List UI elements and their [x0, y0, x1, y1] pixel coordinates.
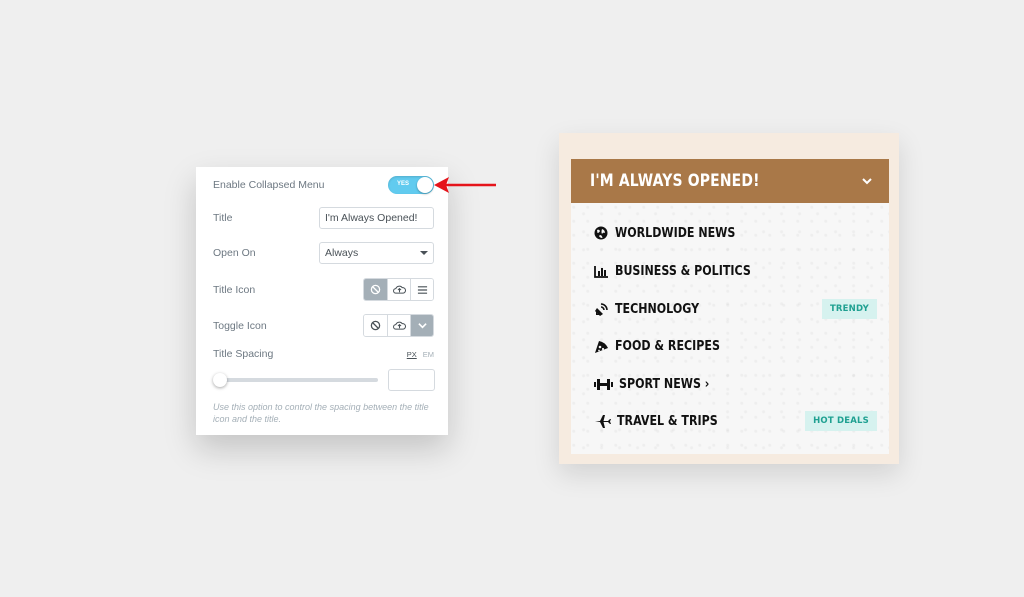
- menu-item-worldwide-news[interactable]: WORLDWIDE NEWS: [593, 222, 877, 244]
- open-on-select[interactable]: Always: [319, 242, 434, 264]
- settings-panel: Enable Collapsed Menu YES Title I'm Alwa…: [196, 167, 448, 435]
- toggle-icon-upload-button[interactable]: [387, 315, 410, 336]
- dumbbell-icon: [593, 376, 613, 392]
- enable-collapsed-row: Enable Collapsed Menu YES: [213, 176, 434, 194]
- chevron-down-icon: [420, 251, 428, 255]
- menu-header[interactable]: I'M ALWAYS OPENED!: [571, 159, 889, 203]
- toggle-icon-row: Toggle Icon: [213, 314, 434, 337]
- unit-px-option[interactable]: PX: [407, 350, 417, 359]
- menu-item-technology[interactable]: TECHNOLOGY TRENDY: [593, 298, 877, 320]
- menu-item-label: SPORT NEWS ›: [619, 376, 710, 392]
- toggle-icon-choices: [363, 314, 434, 337]
- menu-item-food-recipes[interactable]: FOOD & RECIPES: [593, 335, 877, 357]
- menu-body: WORLDWIDE NEWS BUSINESS & POLITICS TECHN…: [571, 203, 889, 454]
- title-icon-label: Title Icon: [213, 283, 256, 296]
- bar-chart-icon: [593, 263, 609, 279]
- badge-hot-deals: HOT DEALS: [805, 411, 877, 431]
- badge-trendy: TRENDY: [821, 299, 877, 319]
- title-spacing-slider[interactable]: [213, 372, 378, 388]
- toggle-knob: [417, 177, 433, 193]
- list-icon: [417, 285, 427, 294]
- menu-item-label: TRAVEL & TRIPS: [617, 413, 718, 429]
- menu-item-label: FOOD & RECIPES: [615, 338, 720, 354]
- title-icon-list-button[interactable]: [410, 279, 433, 300]
- unit-switcher: PX EM: [407, 350, 434, 359]
- toggle-icon-none-button[interactable]: [364, 315, 387, 336]
- toggle-icon-label: Toggle Icon: [213, 319, 267, 332]
- title-icon-upload-button[interactable]: [387, 279, 410, 300]
- open-on-value: Always: [325, 247, 359, 259]
- menu-item-sport-news[interactable]: SPORT NEWS ›: [593, 373, 877, 395]
- satellite-icon: [593, 301, 609, 317]
- ban-icon: [370, 320, 381, 331]
- menu-item-travel-trips[interactable]: TRAVEL & TRIPS HOT DEALS: [593, 410, 877, 432]
- upload-icon: [392, 285, 406, 294]
- title-spacing-input[interactable]: [388, 369, 435, 391]
- ban-icon: [370, 284, 381, 295]
- menu-preview: I'M ALWAYS OPENED! WORLDWIDE NEWS BUSINE…: [559, 133, 899, 464]
- chevron-down-icon[interactable]: [861, 176, 873, 186]
- plane-icon: [593, 413, 611, 429]
- annotation-arrow-icon: [434, 177, 496, 193]
- pizza-icon: [593, 338, 609, 354]
- menu-title: I'M ALWAYS OPENED!: [590, 171, 760, 191]
- menu-item-label: TECHNOLOGY: [615, 301, 700, 317]
- menu-item-label: BUSINESS & POLITICS: [615, 263, 751, 279]
- toggle-icon-chevron-button[interactable]: [410, 315, 433, 336]
- title-label: Title: [213, 212, 233, 224]
- slider-track: [213, 378, 378, 382]
- enable-collapsed-label: Enable Collapsed Menu: [213, 179, 325, 191]
- open-on-label: Open On: [213, 247, 256, 259]
- title-icon-row: Title Icon: [213, 278, 434, 301]
- title-spacing-label: Title Spacing: [213, 348, 274, 360]
- title-row: Title I'm Always Opened!: [213, 207, 434, 229]
- title-input[interactable]: I'm Always Opened!: [319, 207, 434, 229]
- title-icon-choices: [363, 278, 434, 301]
- toggle-yes-text: YES: [397, 181, 410, 187]
- upload-icon: [392, 321, 406, 330]
- enable-collapsed-toggle[interactable]: YES: [388, 176, 434, 194]
- globe-icon: [593, 225, 609, 241]
- help-text: Use this option to control the spacing b…: [213, 402, 429, 424]
- chevron-down-icon: [417, 323, 427, 329]
- open-on-row: Open On Always: [213, 242, 434, 264]
- menu-item-label: WORLDWIDE NEWS: [615, 225, 736, 241]
- unit-em-option[interactable]: EM: [423, 350, 434, 359]
- slider-handle[interactable]: [213, 373, 227, 387]
- title-icon-none-button[interactable]: [364, 279, 387, 300]
- menu-item-business-politics[interactable]: BUSINESS & POLITICS: [593, 260, 877, 282]
- title-spacing-row: Title Spacing PX EM: [213, 348, 434, 360]
